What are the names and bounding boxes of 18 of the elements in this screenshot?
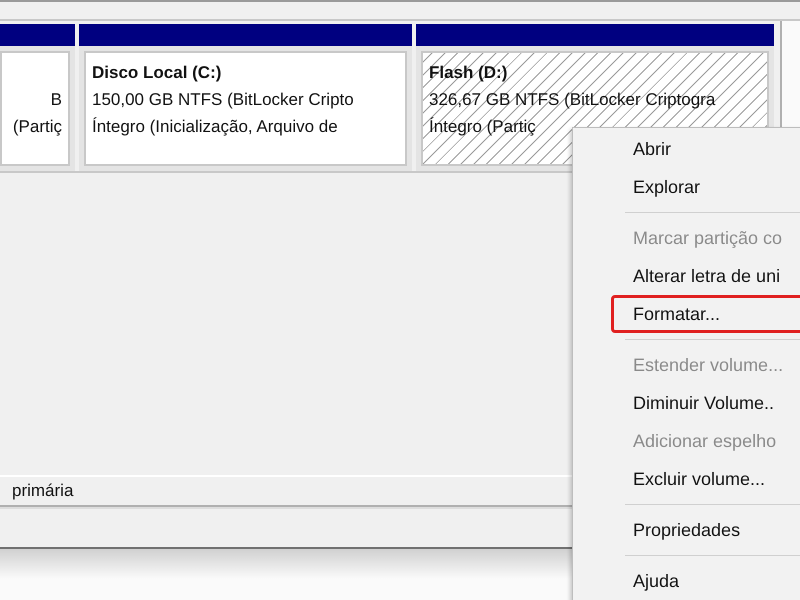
volume-name: Flash (D:) [429,62,508,84]
partition-block[interactable]: B (Partiç [0,24,75,171]
volume-info: 150,00 GB NTFS (BitLocker Cripto [92,89,355,111]
legend-label: primária [12,481,74,501]
partition-block[interactable]: Disco Local (C:) 150,00 GB NTFS (BitLocker Cripto Íntegro (Inicialização, Arquivo de [79,24,412,171]
menu-item[interactable]: Excluir volume... [573,460,800,498]
menu-item[interactable]: Diminuir Volume.. [573,384,800,422]
volume-info: (Partiç [12,116,62,138]
volume-info: B [50,89,62,111]
menu-item[interactable]: Alterar letra de uni [573,257,800,295]
menu-item[interactable]: Ajuda [573,562,800,600]
volume-info: Íntegro (Partiç [429,116,537,138]
menu-item[interactable]: Explorar [573,168,800,206]
menu-item[interactable]: Propriedades [573,511,800,549]
volume-info: 326,67 GB NTFS (BitLocker Criptogra [429,89,716,111]
volume-info: Íntegro (Inicialização, Arquivo de [92,116,339,138]
volume-name: Disco Local (C:) [92,62,222,84]
menu-item[interactable]: Formatar... [611,295,800,333]
